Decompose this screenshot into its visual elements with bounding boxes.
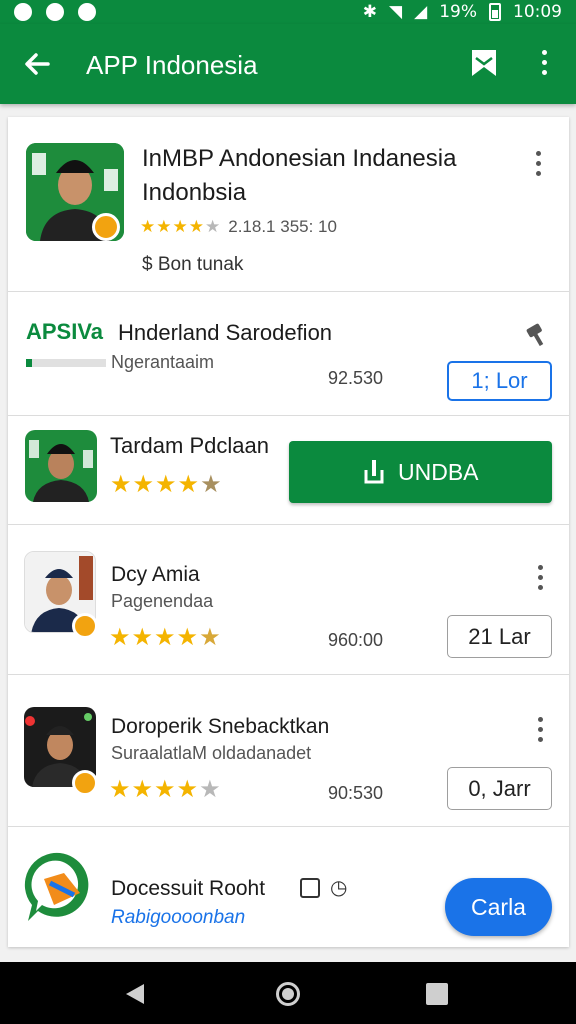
verified-badge-icon — [92, 213, 120, 241]
back-nav-icon[interactable] — [124, 982, 146, 1011]
app-name: Hnderland Sarodefion — [118, 320, 333, 345]
rating-stars: ★ ★ ★ ★ ★ — [110, 471, 222, 498]
app-name: Dcy Amia — [111, 563, 200, 586]
more-options-icon[interactable] — [536, 151, 541, 176]
back-arrow-icon[interactable] — [18, 44, 58, 84]
install-button-label: UNDBA — [398, 459, 479, 485]
app-size: 90:530 — [328, 783, 384, 803]
brand-label: APSIVa — [26, 319, 104, 344]
featured-app-title: InMBP Andonesian Indanesia — [142, 145, 457, 172]
app-subtitle: SuraalatlaM oldadanadet — [111, 743, 312, 763]
app-bar: APP Indonesia — [0, 24, 576, 104]
download-progress-bar — [26, 359, 106, 367]
update-button[interactable]: 1; Lor — [447, 361, 552, 401]
app-name: Docessuit Rooht — [111, 877, 266, 900]
more-options-icon[interactable] — [538, 565, 543, 590]
rating-stars: ★ ★ ★ ★ ★ — [140, 217, 221, 236]
download-progress-fill — [26, 359, 33, 367]
app-size: 960:00 — [328, 630, 384, 650]
featured-app-row[interactable]: InMBP Andonesian Indanesia Indonbsia ★ ★ ★… — [8, 117, 569, 292]
app-icon — [25, 430, 97, 502]
clock: 10:09 — [513, 2, 562, 22]
notification-icons — [14, 3, 96, 21]
notification-icon — [46, 3, 64, 21]
install-button[interactable]: UNDBA — [289, 441, 552, 503]
app-list-card: InMBP Andonesian Indanesia Indonbsia ★ ★ ★… — [8, 117, 569, 947]
battery-icon — [489, 3, 501, 21]
wifi-icon: ◥ — [389, 2, 403, 22]
bookmark-icon[interactable] — [470, 48, 498, 78]
badge-icon — [72, 613, 98, 639]
app-subtitle: Rabigoooonban — [111, 907, 246, 928]
clock-icon: ◷ — [330, 877, 348, 899]
list-item[interactable]: Doroperik Snebacktkan SuraalatlaM oldada… — [8, 675, 569, 827]
battery-level: 19% — [439, 2, 477, 22]
more-options-icon[interactable] — [536, 50, 552, 82]
notification-icon — [78, 3, 96, 21]
notification-icon — [14, 3, 32, 21]
rating-stars: ★ ★ ★ ★ ★ — [109, 624, 221, 651]
app-name: Doroperik Snebacktkan — [111, 715, 330, 738]
badge-icon — [72, 770, 98, 796]
update-app-row[interactable]: APSIVa Hnderland Sarodefion Ngerantaaim … — [8, 292, 569, 416]
promo-app-row[interactable]: Docessuit Rooht ◷ Rabigoooonban Carla — [8, 827, 569, 947]
price-text: $ Bon tunak — [142, 254, 244, 275]
featured-app-title-line2: Indonbsia — [142, 179, 247, 206]
install-app-row[interactable]: Tardam Pdclaan ★ ★ ★ ★ ★ UNDBA — [8, 416, 569, 525]
calendar-icon — [300, 878, 320, 898]
rating-text: 2.18.1 355: 10 — [228, 217, 337, 236]
download-icon — [363, 458, 385, 486]
bluetooth-icon: ✱ — [362, 2, 378, 22]
signal-icon: ◢ — [414, 2, 428, 22]
more-options-icon[interactable] — [538, 717, 543, 742]
app-size: 92.530 — [328, 368, 384, 388]
chat-app-icon — [24, 849, 96, 925]
rating-stars: ★ ★ ★ ★ ★ — [109, 776, 221, 803]
recents-nav-icon[interactable] — [426, 983, 448, 1005]
app-subtitle: Pagenendaa — [111, 591, 214, 611]
app-name: Tardam Pdclaan — [110, 433, 269, 458]
navigation-bar — [0, 962, 576, 1024]
hammer-icon[interactable] — [524, 322, 550, 347]
list-item[interactable]: Dcy Amia Pagenendaa ★ ★ ★ ★ ★ 960:00 21 Lar — [8, 525, 569, 675]
page-title: APP Indonesia — [86, 50, 258, 80]
status-bar: ✱ ◥ ◢ 19% 10:09 — [0, 0, 576, 24]
app-subtitle: Ngerantaaim — [111, 352, 215, 372]
home-nav-icon[interactable] — [276, 982, 300, 1006]
get-button[interactable]: 21 Lar — [447, 615, 552, 658]
get-button[interactable]: 0, Jarr — [447, 767, 552, 810]
call-button[interactable]: Carla — [445, 878, 552, 936]
